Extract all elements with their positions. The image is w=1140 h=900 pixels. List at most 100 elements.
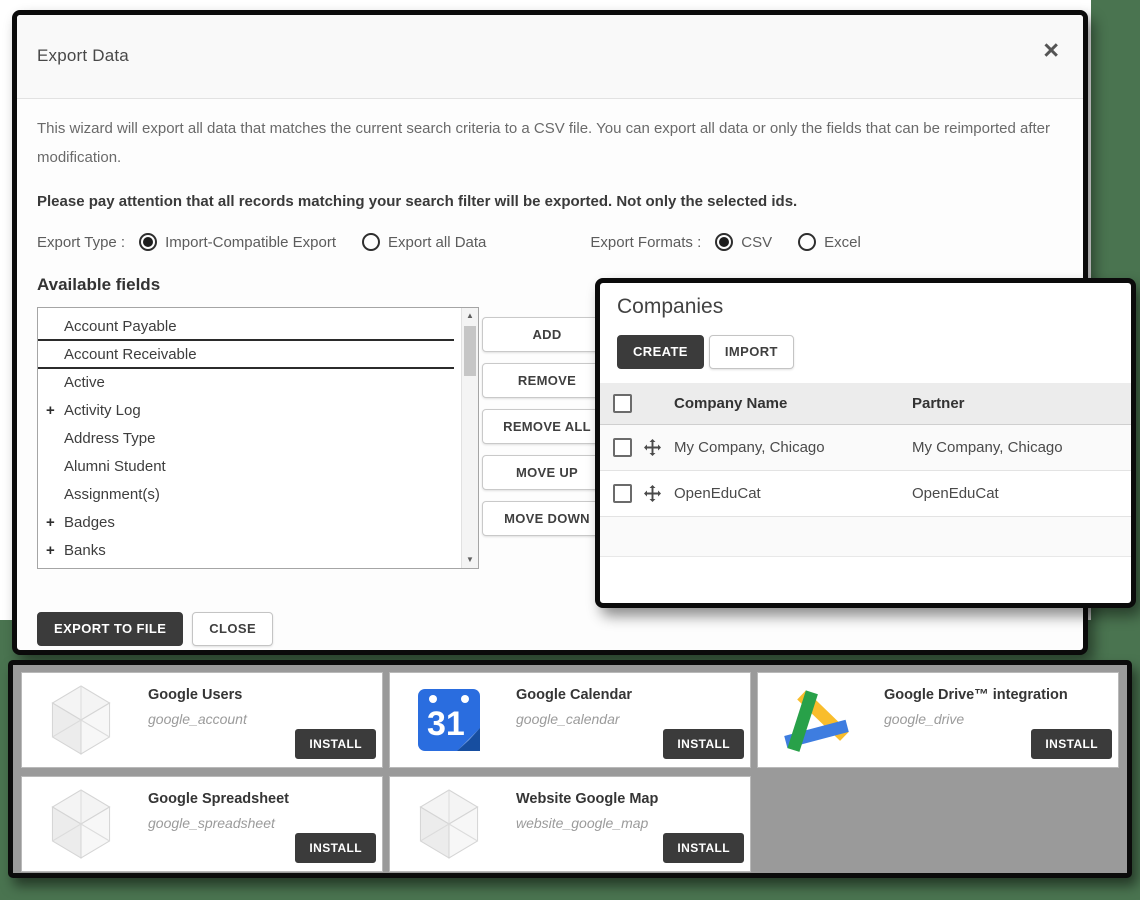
radio-unselected-icon[interactable] bbox=[798, 233, 816, 251]
install-button[interactable]: INSTALL bbox=[295, 729, 376, 759]
module-cube-icon bbox=[390, 777, 508, 871]
add-button[interactable]: ADD bbox=[482, 317, 612, 352]
app-title: Google Drive™ integration bbox=[884, 687, 1068, 703]
field-item[interactable]: + Activity Log bbox=[38, 397, 456, 425]
app-title: Google Users bbox=[148, 687, 242, 703]
app-card-google-spreadsheet: Google Spreadsheet google_spreadsheet IN… bbox=[21, 776, 383, 872]
app-tech-name: google_drive bbox=[884, 711, 964, 727]
row-checkbox[interactable] bbox=[613, 438, 632, 457]
field-item[interactable]: Account Payable bbox=[38, 313, 456, 341]
radio-label[interactable]: CSV bbox=[741, 234, 772, 251]
move-down-button[interactable]: MOVE DOWN bbox=[482, 501, 612, 536]
install-button[interactable]: INSTALL bbox=[295, 833, 376, 863]
install-button[interactable]: INSTALL bbox=[663, 833, 744, 863]
scroll-down-icon[interactable]: ▼ bbox=[462, 552, 478, 568]
partner-cell: My Company, Chicago bbox=[912, 439, 1131, 456]
companies-panel: Companies CREATE IMPORT Company Name Par… bbox=[595, 278, 1136, 608]
field-item-label[interactable]: Badges bbox=[64, 514, 115, 531]
install-button[interactable]: INSTALL bbox=[1031, 729, 1112, 759]
apps-grid: Google Users google_account INSTALL 31 G… bbox=[21, 672, 1119, 880]
field-item[interactable]: + Banks bbox=[38, 537, 456, 565]
move-up-button[interactable]: MOVE UP bbox=[482, 455, 612, 490]
scrollbar-thumb[interactable] bbox=[464, 326, 476, 376]
field-item-label[interactable]: Account Receivable bbox=[64, 346, 197, 363]
company-name-cell: OpenEduCat bbox=[674, 485, 912, 502]
export-formats-label: Export Formats : bbox=[590, 234, 701, 251]
app-title: Website Google Map bbox=[516, 791, 658, 807]
app-card-google-users: Google Users google_account INSTALL bbox=[21, 672, 383, 768]
field-item[interactable]: Active bbox=[38, 369, 456, 397]
apps-panel: Google Users google_account INSTALL 31 G… bbox=[8, 660, 1132, 878]
field-item-label[interactable]: Address Type bbox=[64, 430, 155, 447]
companies-table: Company Name Partner My Company, Chicago… bbox=[600, 383, 1131, 603]
remove-button[interactable]: REMOVE bbox=[482, 363, 612, 398]
google-drive-icon bbox=[758, 673, 876, 767]
intro-text: This wizard will export all data that ma… bbox=[37, 115, 1061, 172]
radio-format-excel[interactable]: Excel bbox=[798, 233, 861, 251]
radio-label[interactable]: Excel bbox=[824, 234, 861, 251]
field-item[interactable]: Assignment(s) bbox=[38, 481, 456, 509]
dialog-header: Export Data × bbox=[17, 15, 1083, 99]
field-item[interactable]: Account Receivable bbox=[38, 341, 456, 369]
create-button[interactable]: CREATE bbox=[617, 335, 704, 369]
companies-actions: CREATE IMPORT bbox=[617, 335, 794, 369]
app-card-google-calendar: 31 Google Calendar google_calendar INSTA… bbox=[389, 672, 751, 768]
export-type-label: Export Type : bbox=[37, 234, 125, 251]
expand-plus-icon[interactable]: + bbox=[46, 397, 55, 425]
google-calendar-icon: 31 bbox=[390, 673, 508, 767]
app-tech-name: google_spreadsheet bbox=[148, 815, 275, 831]
field-item-label[interactable]: Active bbox=[64, 374, 105, 391]
export-to-file-button[interactable]: EXPORT TO FILE bbox=[37, 612, 183, 646]
companies-title: Companies bbox=[617, 295, 723, 319]
listbox-scrollbar[interactable]: ▲ ▼ bbox=[461, 308, 478, 568]
radio-selected-icon[interactable] bbox=[139, 233, 157, 251]
field-item[interactable]: Address Type bbox=[38, 425, 456, 453]
table-header-row: Company Name Partner bbox=[600, 383, 1131, 425]
field-item-label[interactable]: Alumni Student bbox=[64, 458, 166, 475]
partner-header: Partner bbox=[912, 395, 1131, 412]
expand-plus-icon[interactable]: + bbox=[46, 509, 55, 537]
field-item[interactable]: Alumni Student bbox=[38, 453, 456, 481]
radio-label[interactable]: Export all Data bbox=[388, 234, 486, 251]
module-cube-icon bbox=[22, 673, 140, 767]
svg-text:31: 31 bbox=[427, 705, 465, 743]
radio-unselected-icon[interactable] bbox=[362, 233, 380, 251]
app-card-google-drive: Google Drive™ integration google_drive I… bbox=[757, 672, 1119, 768]
table-row[interactable]: OpenEduCat OpenEduCat bbox=[600, 471, 1131, 517]
field-action-buttons: ADD REMOVE REMOVE ALL MOVE UP MOVE DOWN bbox=[482, 317, 612, 547]
app-card-website-google-map: Website Google Map website_google_map IN… bbox=[389, 776, 751, 872]
expand-plus-icon[interactable]: + bbox=[46, 537, 55, 565]
module-cube-icon bbox=[22, 777, 140, 871]
drag-handle-icon[interactable] bbox=[644, 485, 661, 502]
field-item[interactable]: + Badges bbox=[38, 509, 456, 537]
dialog-footer: EXPORT TO FILE CLOSE bbox=[37, 612, 273, 646]
field-item-label[interactable]: Activity Log bbox=[64, 402, 141, 419]
import-button[interactable]: IMPORT bbox=[709, 335, 794, 369]
app-title: Google Calendar bbox=[516, 687, 632, 703]
field-item-label[interactable]: Account Payable bbox=[64, 318, 177, 335]
dialog-title: Export Data bbox=[37, 46, 129, 66]
app-title: Google Spreadsheet bbox=[148, 791, 289, 807]
available-fields-listbox[interactable]: Account Payable Account Receivable Activ… bbox=[37, 307, 479, 569]
close-icon[interactable]: × bbox=[1043, 37, 1059, 64]
drag-handle-icon[interactable] bbox=[644, 439, 661, 456]
close-button[interactable]: CLOSE bbox=[192, 612, 273, 646]
field-item-label[interactable]: Banks bbox=[64, 542, 106, 559]
table-row[interactable]: My Company, Chicago My Company, Chicago bbox=[600, 425, 1131, 471]
radio-format-csv[interactable]: CSV bbox=[715, 233, 772, 251]
radio-selected-icon[interactable] bbox=[715, 233, 733, 251]
install-button[interactable]: INSTALL bbox=[663, 729, 744, 759]
company-name-cell: My Company, Chicago bbox=[674, 439, 912, 456]
remove-all-button[interactable]: REMOVE ALL bbox=[482, 409, 612, 444]
row-checkbox[interactable] bbox=[613, 484, 632, 503]
select-all-checkbox[interactable] bbox=[613, 394, 632, 413]
warning-text: Please pay attention that all records ma… bbox=[37, 193, 1061, 210]
radio-export-all-data[interactable]: Export all Data bbox=[362, 233, 486, 251]
export-options-row: Export Type : Import-Compatible Export E… bbox=[37, 233, 1061, 251]
app-tech-name: website_google_map bbox=[516, 815, 648, 831]
radio-label[interactable]: Import-Compatible Export bbox=[165, 234, 336, 251]
field-item-label[interactable]: Assignment(s) bbox=[64, 486, 160, 503]
scroll-up-icon[interactable]: ▲ bbox=[462, 308, 478, 324]
partner-cell: OpenEduCat bbox=[912, 485, 1131, 502]
radio-import-compatible[interactable]: Import-Compatible Export bbox=[139, 233, 336, 251]
